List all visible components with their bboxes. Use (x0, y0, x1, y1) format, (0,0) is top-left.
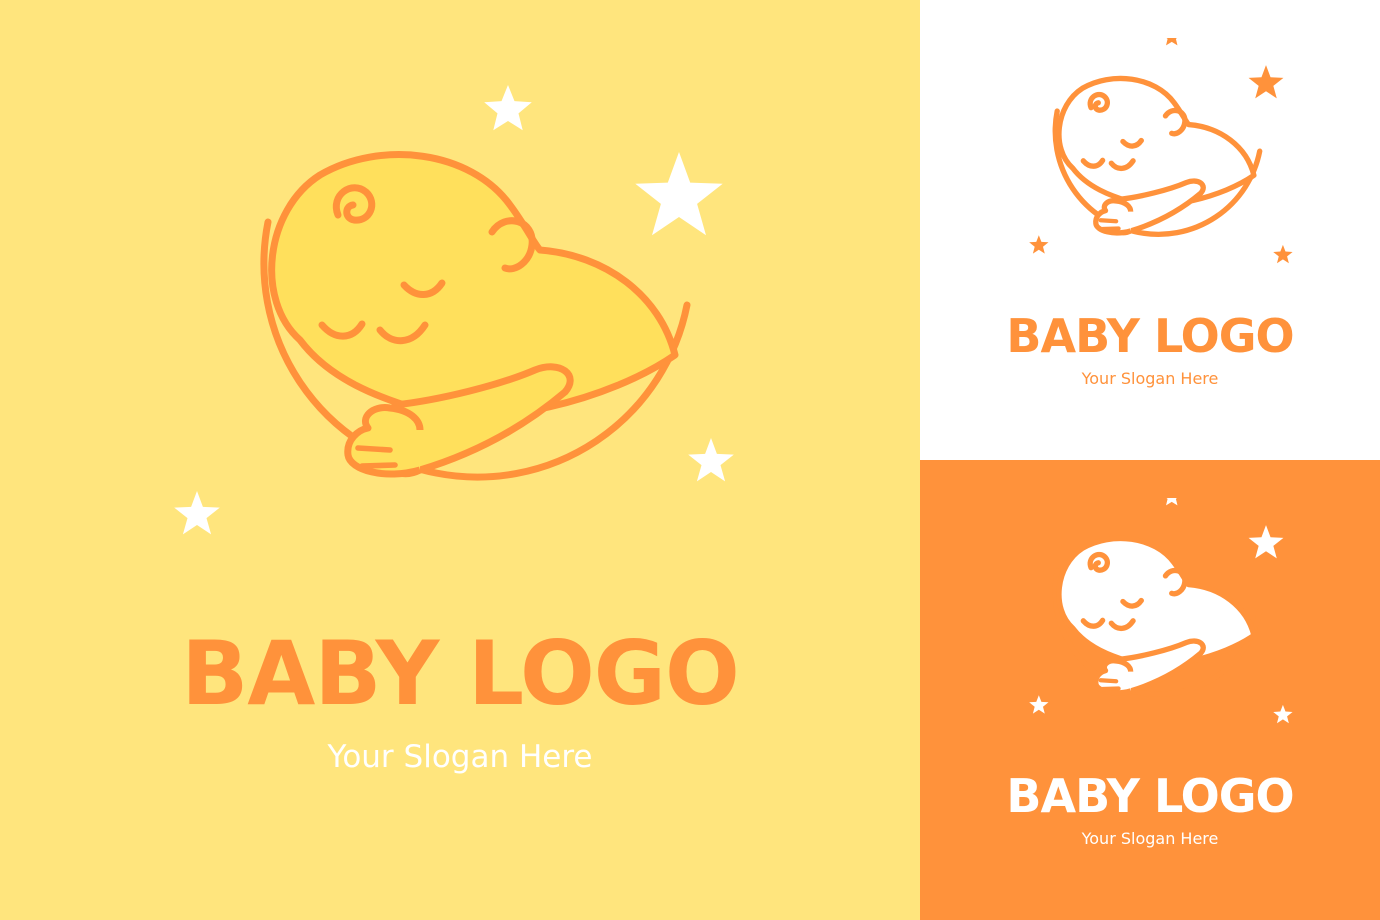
baby-curl (1087, 91, 1110, 113)
star-icon (1273, 704, 1293, 724)
star-icon (174, 491, 220, 535)
baby-head (268, 151, 679, 420)
brand-title: BABY LOGO (181, 622, 740, 725)
baby-head (1056, 535, 1257, 668)
star-icon (1273, 244, 1293, 264)
logo-panel-yellow: BABY LOGO Your Slogan Here (0, 0, 920, 920)
star-icon (1248, 525, 1284, 559)
baby-curl (1087, 551, 1110, 573)
brand-slogan: Your Slogan Here (327, 739, 593, 775)
star-icon (635, 152, 723, 236)
brand-title: BABY LOGO (1006, 769, 1294, 823)
star-icon (1029, 235, 1049, 254)
baby-head (1056, 75, 1257, 208)
brand-slogan: Your Slogan Here (1081, 369, 1219, 388)
sleeping-baby-moon-emblem (174, 85, 734, 535)
star-icon (1248, 65, 1284, 99)
sleeping-baby-moon-emblem (1029, 498, 1293, 724)
star-icon (688, 438, 734, 482)
star-icon (1166, 498, 1178, 506)
star-icon (1029, 695, 1049, 714)
brand-title: BABY LOGO (1006, 309, 1294, 363)
star-icon (1166, 38, 1178, 46)
brand-slogan: Your Slogan Here (1081, 829, 1219, 848)
sleeping-baby-moon-emblem (1029, 38, 1293, 264)
logo-panel-white: BABY LOGO Your Slogan Here (920, 0, 1380, 460)
logo-panel-orange: BABY LOGO Your Slogan Here (920, 460, 1380, 920)
star-icon (484, 85, 532, 131)
